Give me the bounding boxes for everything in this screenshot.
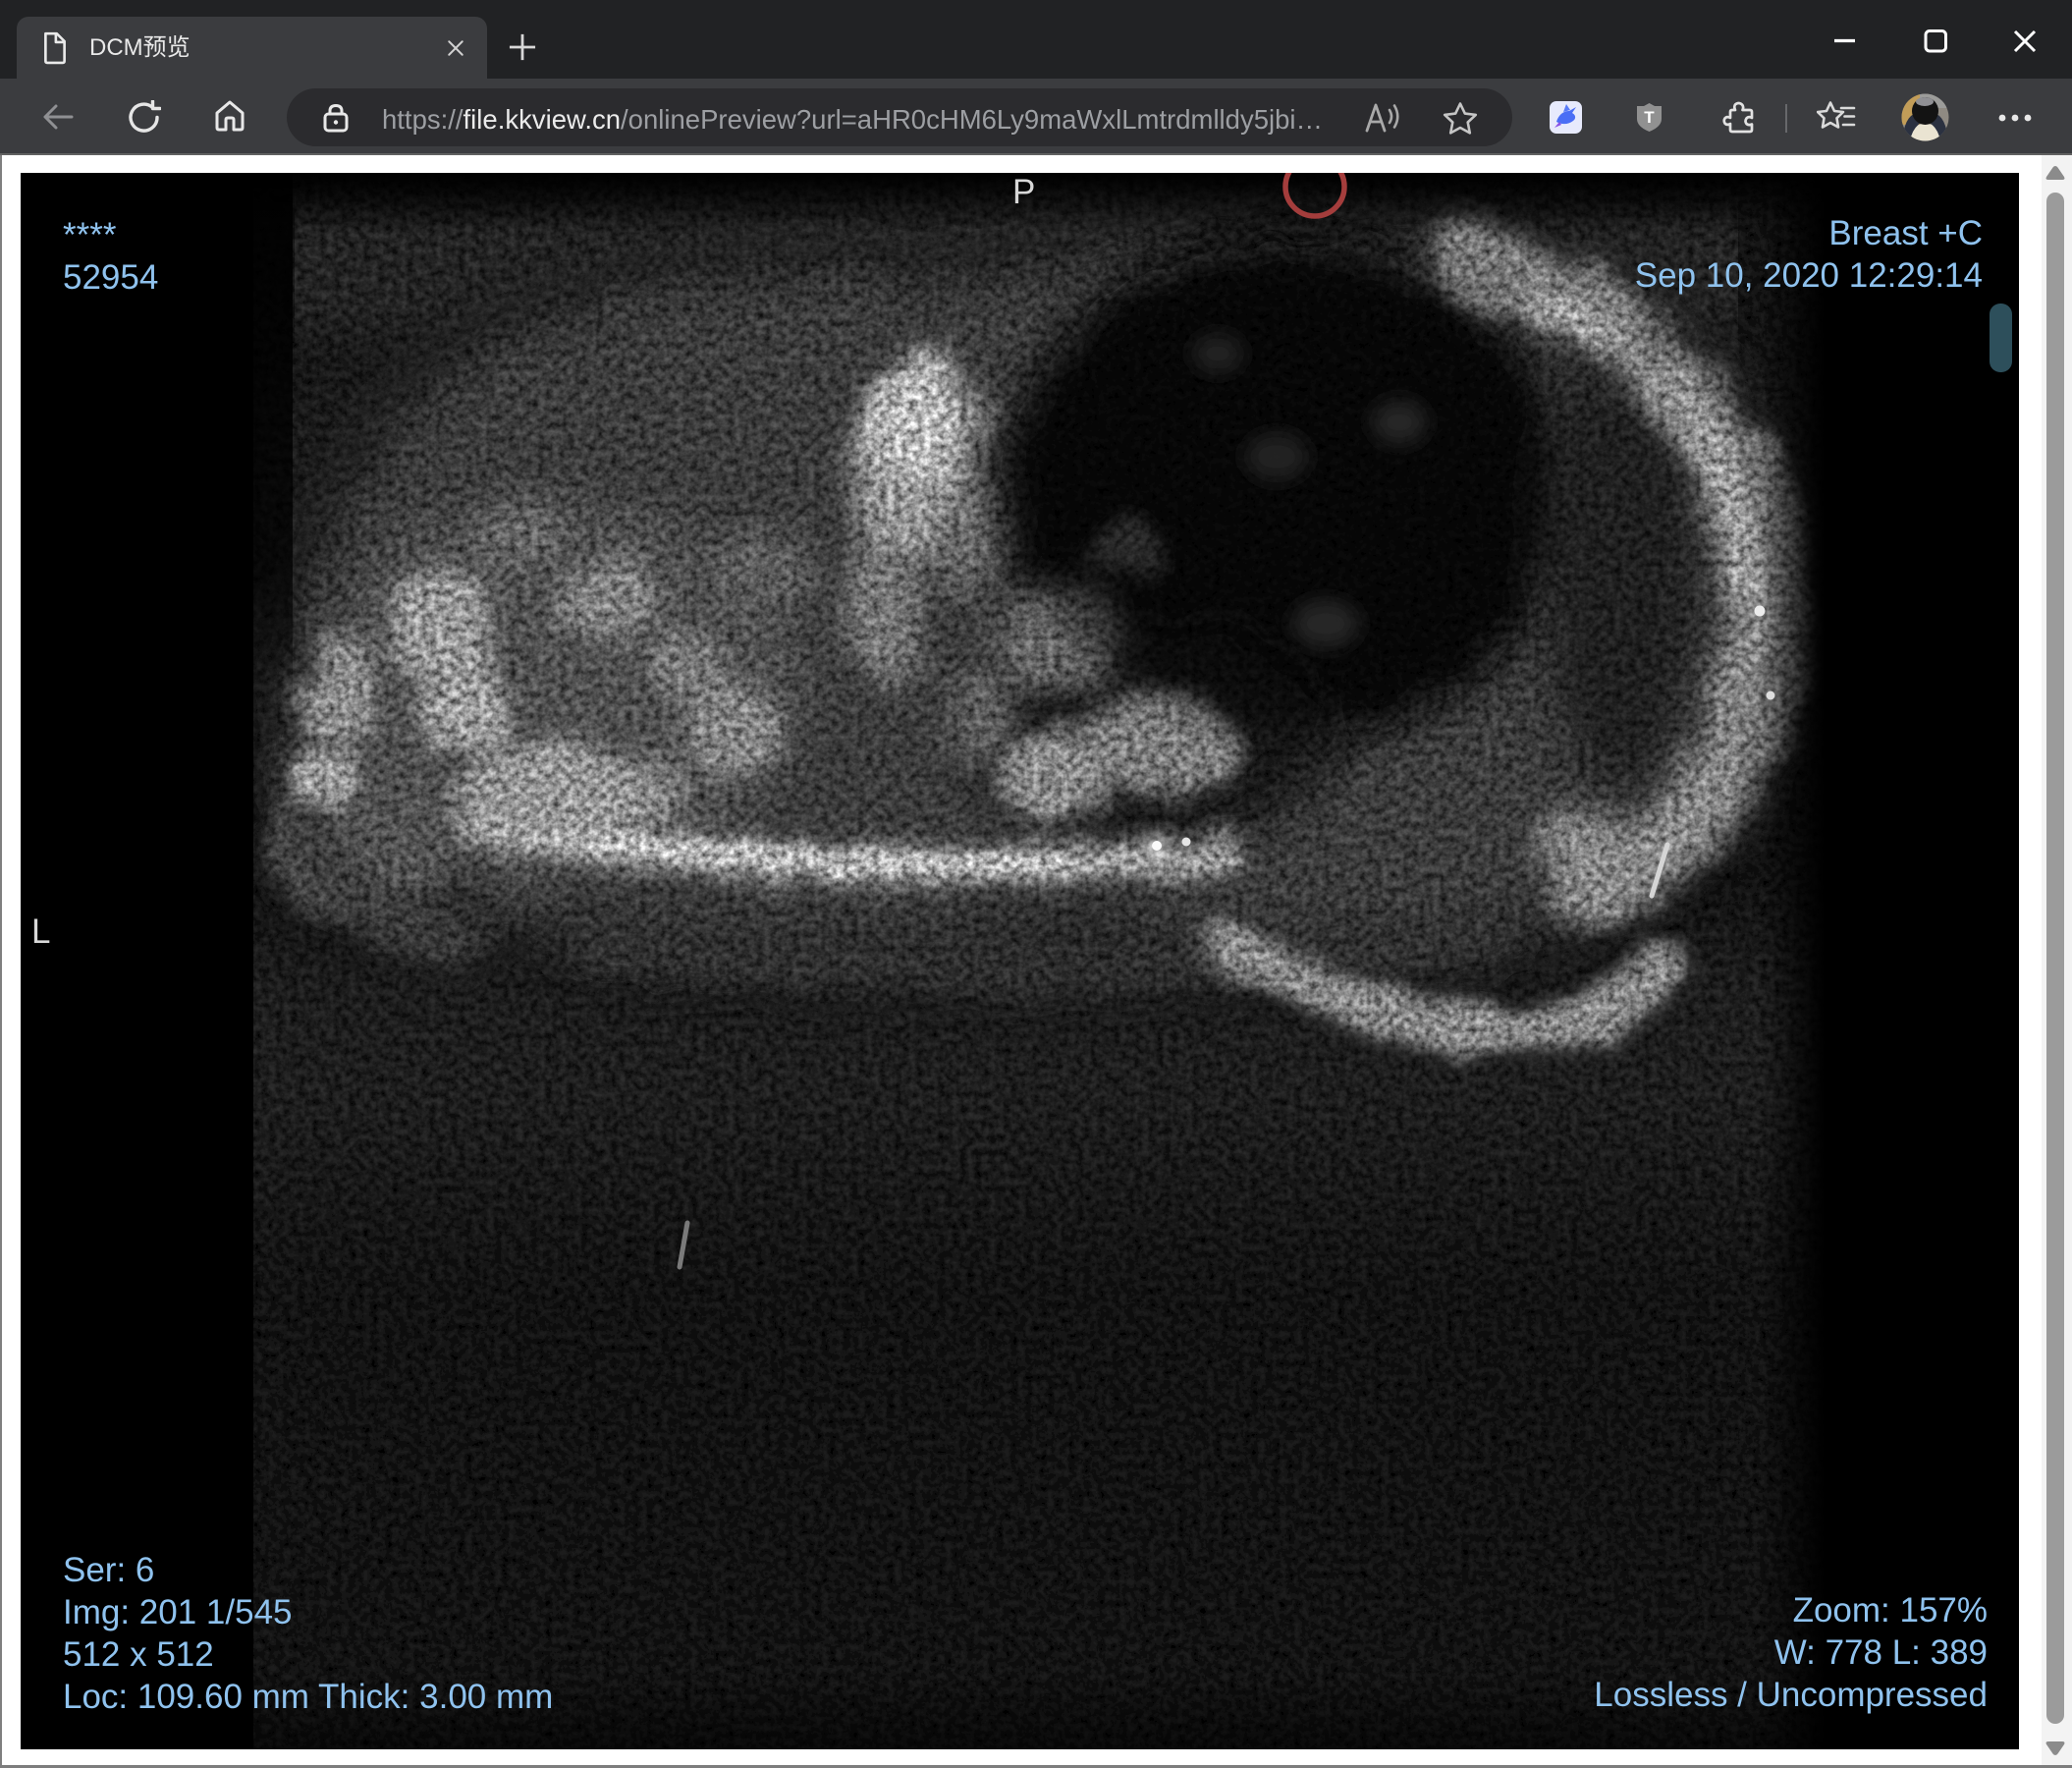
svg-text:T: T (1644, 108, 1655, 127)
